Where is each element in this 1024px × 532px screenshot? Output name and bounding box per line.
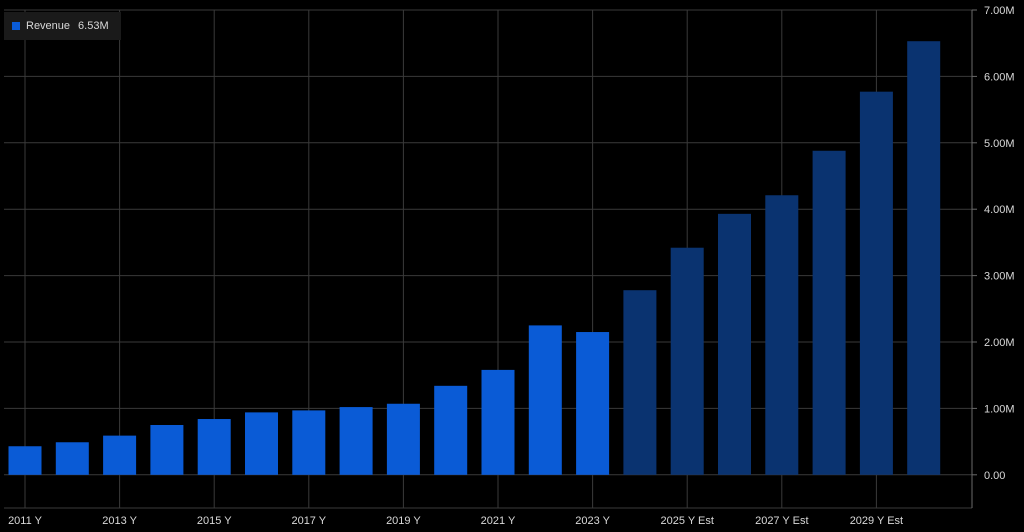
y-tick-label: 1.00M: [984, 403, 1015, 415]
bar-actual: [103, 435, 137, 475]
bar-estimate: [718, 213, 751, 475]
x-tick-label: 2021 Y: [481, 515, 516, 527]
bar-estimate: [670, 247, 704, 475]
bar-chart: 0.00 1.00M 2.00M 3.00M 4.00M 5.00M 6.00M 7.00M 2…: [4, 5, 1015, 527]
bar-actual: [197, 419, 231, 475]
y-tick-label: 3.00M: [984, 271, 1015, 283]
bar-estimate: [859, 91, 893, 475]
bar-actual: [434, 385, 468, 475]
legend-swatch: [12, 22, 20, 30]
legend-series-name: Revenue: [26, 20, 71, 32]
bar-estimate: [765, 195, 799, 475]
bar-actual: [8, 446, 42, 475]
bar-actual: [339, 407, 373, 475]
x-tick-label: 2023 Y: [575, 515, 610, 527]
bar-estimate: [812, 150, 846, 475]
x-tick-label: 2027 Y Est: [755, 515, 808, 527]
x-tick-label: 2013 Y: [102, 515, 137, 527]
chart-area: 0.00 1.00M 2.00M 3.00M 4.00M 5.00M 6.00M 7.00M 2…: [0, 0, 1024, 532]
bar-estimate: [623, 290, 657, 475]
x-tick-label: 2015 Y: [197, 515, 232, 527]
y-tick-label: 0.00: [984, 470, 1005, 482]
bar-actual: [55, 442, 89, 475]
y-tick-label: 6.00M: [984, 71, 1015, 83]
bar-actual: [386, 403, 420, 475]
bar-actual: [481, 369, 515, 475]
x-tick-label: 2017 Y: [291, 515, 326, 527]
bar-actual: [245, 412, 278, 475]
legend: Revenue 6.53M: [4, 12, 121, 40]
bar-actual: [150, 425, 184, 475]
bar-actual: [576, 332, 610, 475]
y-tick-label: 5.00M: [984, 138, 1015, 150]
y-tick-label: 7.00M: [984, 5, 1015, 17]
bar-actual: [292, 410, 326, 475]
bar-actual: [528, 325, 562, 475]
x-tick-label: 2011 Y: [8, 515, 43, 527]
y-tick-label: 4.00M: [984, 204, 1015, 216]
x-tick-label: 2029 Y Est: [850, 515, 903, 527]
x-tick-label: 2025 Y Est: [660, 515, 713, 527]
y-tick-label: 2.00M: [984, 337, 1015, 349]
bar-estimate: [907, 41, 941, 475]
legend-last-value: 6.53M: [78, 20, 109, 32]
x-tick-label: 2019 Y: [386, 515, 421, 527]
